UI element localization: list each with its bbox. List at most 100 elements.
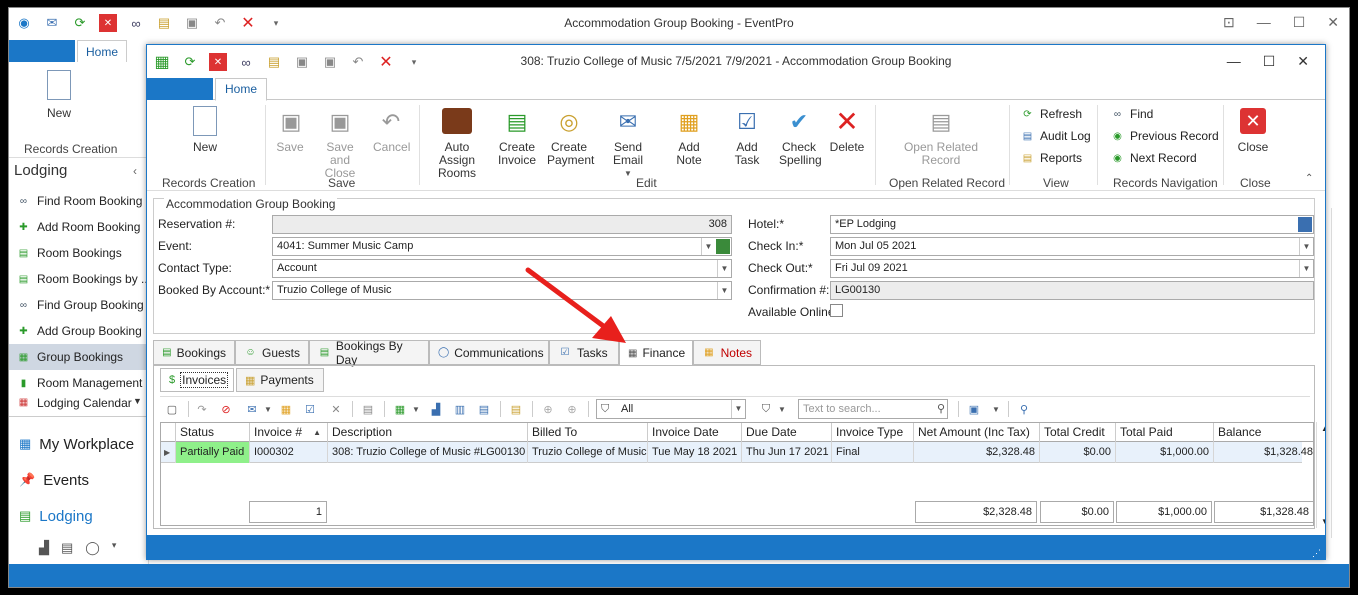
previous-record-button[interactable]: ◉ Previous Record (1111, 129, 1219, 143)
check-in-field[interactable]: Mon Jul 05 2021 ▼ (830, 237, 1314, 256)
nav-my-workplace[interactable]: ▦ My Workplace (9, 426, 149, 462)
delete-row-icon[interactable]: ✕ (328, 401, 344, 417)
sidebar-item-group-bookings[interactable]: ▦ Group Bookings (9, 344, 149, 370)
send-email-button[interactable]: ✉ Send Email ▼ (601, 105, 655, 180)
scroll-up-icon[interactable]: ▲ (1321, 424, 1325, 433)
delete-button[interactable]: ✕ Delete (827, 105, 867, 154)
chevron-down-icon[interactable]: ▼ (731, 400, 745, 418)
collapse-sidebar-icon[interactable]: ‹ (133, 164, 137, 178)
sidebar-item-add-room-booking[interactable]: ✚ Add Room Booking (9, 214, 149, 240)
print-preview-icon[interactable]: ▤ (360, 401, 376, 417)
outer-tab-home[interactable]: Home (77, 40, 127, 62)
chevron-down-icon[interactable]: ▼ (1299, 260, 1313, 277)
column-header-description[interactable]: Description (327, 423, 527, 442)
sidebar-item-add-group-booking[interactable]: ✚ Add Group Booking (9, 318, 149, 344)
maximize-icon[interactable]: ☐ (1293, 14, 1306, 31)
open-related-record-button[interactable]: ▤ Open Related Record (903, 105, 979, 167)
outer-new-button[interactable]: New (47, 70, 71, 120)
nav-events[interactable]: 📌 Events (9, 462, 149, 498)
add-task-button[interactable]: ☑ Add Task (723, 105, 771, 167)
check-out-field[interactable]: Fri Jul 09 2021 ▼ (830, 259, 1314, 278)
chevron-down-icon[interactable]: ▼ (988, 401, 1004, 417)
column-header-invoice-date[interactable]: Invoice Date (647, 423, 741, 442)
new-button[interactable]: New (187, 105, 223, 154)
column-header-total-credit[interactable]: Total Credit (1039, 423, 1115, 442)
chevron-down-icon[interactable]: ▼ (260, 401, 276, 417)
add-note-button[interactable]: ▦ Add Note (665, 105, 713, 167)
chevron-down-icon[interactable]: ▼ (701, 238, 715, 255)
columns-icon[interactable]: ▥ (452, 401, 468, 417)
next-record-button[interactable]: ◉ Next Record (1111, 151, 1197, 165)
column-header-status[interactable]: Status (175, 423, 249, 442)
grid-scrollbar[interactable]: ▲ ▼ (1316, 422, 1325, 528)
new-row-icon[interactable]: ▢ (164, 401, 180, 417)
subtab-invoices[interactable]: $ Invoices (160, 368, 234, 392)
close-icon[interactable]: ✕ (1327, 14, 1339, 31)
details-icon[interactable]: ▤ (476, 401, 492, 417)
tab-communications[interactable]: ◯ Communications (429, 340, 549, 365)
inner-tab-home[interactable]: Home (215, 78, 267, 101)
nav-lodging[interactable]: ▤ Lodging (9, 498, 149, 534)
create-invoice-button[interactable]: ▤ Create Invoice (497, 105, 537, 167)
sidebar-item-room-management[interactable]: ▮ Room Management (9, 370, 149, 396)
refresh-button[interactable]: ⟳ Refresh (1021, 107, 1082, 121)
save-button[interactable]: ▣ Save (275, 105, 305, 154)
tab-bookings-by-day[interactable]: ▤ Bookings By Day (309, 339, 429, 367)
cancel-icon[interactable]: ⊘ (218, 401, 234, 417)
column-header-invoice-type[interactable]: Invoice Type (831, 423, 913, 442)
tab-bookings[interactable]: ▤ Bookings (153, 340, 235, 365)
contact-type-select[interactable]: Account ▼ (272, 259, 732, 278)
task-clipboard-icon[interactable]: ☑ (302, 401, 318, 417)
chevron-down-icon[interactable]: ▼ (408, 401, 424, 417)
hotel-lookup-icon[interactable] (1298, 217, 1312, 232)
note-icon[interactable]: ▦ (278, 401, 294, 417)
maximize-icon[interactable]: ☐ (1263, 53, 1276, 70)
outer-right-scrollbar[interactable] (1331, 208, 1349, 538)
grid-layout-icon[interactable]: ▦ (392, 401, 408, 417)
inner-app-menu-button[interactable] (147, 78, 213, 100)
search-icon[interactable]: ⚲ (937, 400, 945, 418)
filter-select[interactable]: ⛉ All ▼ (596, 399, 746, 419)
chevron-down-icon[interactable]: ▼ (717, 260, 731, 277)
tab-finance[interactable]: ▦ Finance (619, 340, 693, 366)
clipboard-icon[interactable]: ▤ (508, 401, 524, 417)
outer-app-menu-button[interactable] (9, 40, 75, 62)
collapse-ribbon-icon[interactable]: ⌃ (1305, 173, 1313, 184)
event-lookup-icon[interactable] (716, 239, 730, 254)
redo-icon[interactable]: ↷ (194, 401, 210, 417)
chevron-down-icon[interactable]: ▼ (1299, 238, 1313, 255)
minimize-icon[interactable]: — (1257, 14, 1271, 31)
resize-grip-icon[interactable]: ⋰ (1312, 548, 1321, 559)
table-row[interactable]: ▶ Partially Paid I000302 308: Truzio Col… (161, 442, 1313, 463)
tab-guests[interactable]: ☺ Guests (235, 340, 309, 365)
available-online-checkbox[interactable] (830, 304, 843, 317)
cancel-button[interactable]: ↶ Cancel (373, 105, 410, 154)
column-header-billed-to[interactable]: Billed To (527, 423, 647, 442)
reports-button[interactable]: ▤ Reports (1021, 151, 1082, 165)
close-icon[interactable]: ✕ (1297, 53, 1309, 70)
tab-notes[interactable]: ▦ Notes (693, 340, 761, 365)
save-layout-icon[interactable]: ▣ (966, 401, 982, 417)
subtab-payments[interactable]: ▦ Payments (236, 368, 324, 392)
create-payment-button[interactable]: ◎ Create Payment (547, 105, 594, 167)
sidebar-item-room-bookings-by[interactable]: ▤ Room Bookings by ... (9, 266, 149, 292)
sidebar-item-room-bookings[interactable]: ▤ Room Bookings (9, 240, 149, 266)
filter-options-icon[interactable]: ⛉ (758, 401, 774, 417)
email-icon[interactable]: ✉ (244, 401, 260, 417)
chevron-down-icon[interactable]: ▼ (717, 282, 731, 299)
configure-nav-icon[interactable]: ▾ (112, 540, 117, 556)
lodging-small-icon[interactable]: ▟ (39, 540, 49, 556)
close-button[interactable]: ✕ Close (1233, 105, 1273, 154)
sidebar-item-lodging-calendar[interactable]: ▦ Lodging Calendar (9, 396, 149, 410)
hotel-field[interactable]: *EP Lodging (830, 215, 1314, 234)
move-up-icon[interactable]: ⊕ (540, 401, 556, 417)
event-field[interactable]: 4041: Summer Music Camp ▼ (272, 237, 732, 256)
column-header-balance[interactable]: Balance (1213, 423, 1317, 442)
column-header-invoice-no[interactable]: Invoice # ▲ (249, 423, 327, 442)
check-spelling-button[interactable]: ✔ Check Spelling (779, 105, 822, 167)
find-button[interactable]: ∞ Find (1111, 107, 1153, 121)
audit-log-button[interactable]: ▤ Audit Log (1021, 129, 1091, 143)
column-header-due-date[interactable]: Due Date (741, 423, 831, 442)
restore-icon[interactable]: ⊡ (1223, 14, 1235, 31)
export-icon[interactable]: ▟ (428, 401, 444, 417)
